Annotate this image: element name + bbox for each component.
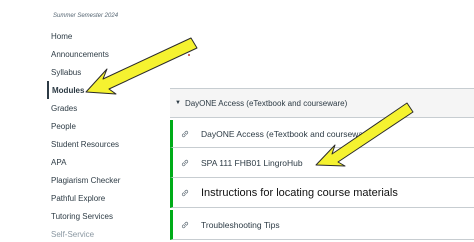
module-item-title[interactable]: SPA 111 FHB01 LingroHub: [201, 158, 303, 168]
modules-panel: ▼ DayONE Access (eTextbook and coursewar…: [170, 88, 474, 242]
nav-item-pathful-explore[interactable]: Pathful Explore: [47, 189, 167, 207]
module-header[interactable]: ▼ DayONE Access (eTextbook and coursewar…: [170, 88, 474, 118]
link-icon: [178, 130, 192, 138]
red-dot-marker: [188, 54, 190, 56]
semester-label: Summer Semester 2024: [53, 13, 119, 19]
module-item-title[interactable]: Instructions for locating course materia…: [201, 187, 398, 199]
nav-item-tutoring-services[interactable]: Tutoring Services: [47, 207, 167, 225]
nav-item-people[interactable]: People: [47, 117, 167, 135]
nav-item-student-resources[interactable]: Student Resources: [47, 135, 167, 153]
nav-item-modules[interactable]: Modules: [47, 81, 167, 99]
module-item-dayone-access[interactable]: DayONE Access (eTextbook and courseware): [170, 120, 474, 148]
module-item-troubleshooting[interactable]: Troubleshooting Tips: [170, 210, 474, 240]
link-icon: [178, 189, 192, 197]
nav-item-plagiarism-checker[interactable]: Plagiarism Checker: [47, 171, 167, 189]
module-item-instructions[interactable]: Instructions for locating course materia…: [170, 178, 474, 208]
module-header-title: DayONE Access (eTextbook and courseware): [184, 98, 348, 108]
link-icon: [178, 221, 192, 229]
nav-item-syllabus[interactable]: Syllabus: [47, 63, 167, 81]
nav-item-apa[interactable]: APA: [47, 153, 167, 171]
module-item-title[interactable]: DayONE Access (eTextbook and courseware): [201, 129, 373, 139]
link-icon: [178, 159, 192, 167]
caret-down-icon: ▼: [175, 100, 181, 106]
module-item-lingrohub[interactable]: SPA 111 FHB01 LingroHub: [170, 148, 474, 178]
nav-item-grades[interactable]: Grades: [47, 99, 167, 117]
course-navigation: Home Announcements Syllabus Modules Grad…: [47, 27, 167, 242]
nav-item-home[interactable]: Home: [47, 27, 167, 45]
nav-item-announcements[interactable]: Announcements: [47, 45, 167, 63]
nav-item-self-service[interactable]: Self-Service: [47, 225, 167, 242]
module-item-title[interactable]: Troubleshooting Tips: [201, 220, 280, 230]
